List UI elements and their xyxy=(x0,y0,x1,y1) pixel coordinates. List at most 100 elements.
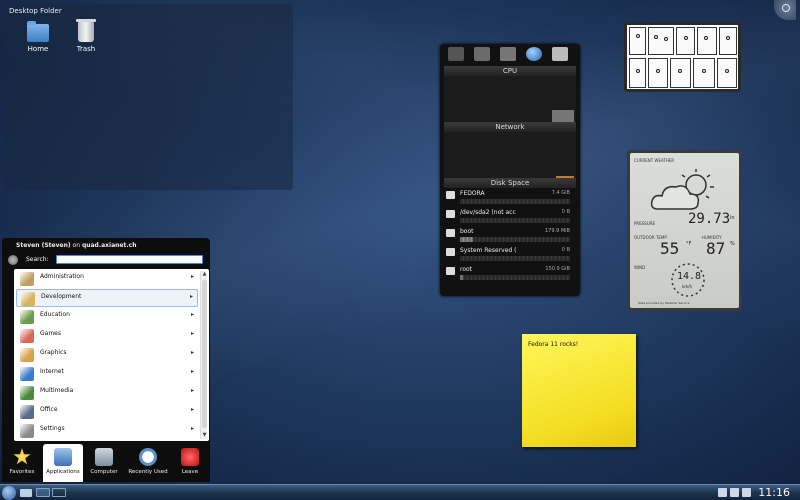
comic-panel xyxy=(676,27,695,55)
pager-desktop-2[interactable] xyxy=(52,488,66,497)
trash-label: Trash xyxy=(76,45,96,53)
disk-usage-bar xyxy=(460,275,570,280)
pressure-unit: in xyxy=(730,215,735,221)
clock[interactable]: 11:16 xyxy=(758,486,790,499)
hammer-icon xyxy=(21,292,35,306)
category-scrollbar[interactable]: ▲ ▼ xyxy=(200,271,207,439)
application-categories-list: Administration ▸ Development ▸ Education… xyxy=(14,269,209,441)
current-weather-label: CURRENT WEATHER xyxy=(634,158,675,163)
user-info: Steven (Steven) on quad.axianet.ch xyxy=(16,242,136,249)
category-multimedia[interactable]: Multimedia ▸ xyxy=(16,384,198,402)
disk-row: boot 179.9 MiB xyxy=(446,228,574,244)
disk-row: root 150.9 GiB xyxy=(446,266,574,282)
disk-size: 179.9 MiB xyxy=(544,228,570,234)
notifications-tray-icon[interactable] xyxy=(742,488,751,497)
comic-panel xyxy=(693,58,715,88)
search-input[interactable] xyxy=(56,255,203,264)
trash-desktop-icon[interactable]: Trash xyxy=(64,19,108,53)
chevron-right-icon: ▸ xyxy=(190,349,194,356)
home-desktop-icon[interactable]: Home xyxy=(16,21,60,53)
tab-label: Favorites xyxy=(9,469,35,475)
tab-label: Computer xyxy=(90,469,118,475)
settings-icon xyxy=(20,424,34,438)
weather-footer: Data provided by Weather Service xyxy=(638,301,690,305)
disk-size: 0 B xyxy=(561,209,570,215)
cards-icon xyxy=(20,329,34,343)
category-games[interactable]: Games ▸ xyxy=(16,327,198,345)
weather-display: CURRENT WEATHER PRESSURE 29.73 in OUTDOO… xyxy=(630,153,739,308)
disk-icon[interactable] xyxy=(552,47,568,61)
application-launcher-icon[interactable] xyxy=(2,486,16,500)
disk-section: Disk Space xyxy=(444,178,576,188)
category-settings[interactable]: Settings ▸ xyxy=(16,422,198,440)
memory-icon[interactable] xyxy=(474,47,490,61)
toolbox-icon xyxy=(782,4,790,12)
cpu-section: CPU xyxy=(444,66,576,122)
tab-leave[interactable]: Leave xyxy=(170,444,210,482)
scroll-down-icon[interactable]: ▼ xyxy=(201,432,208,439)
category-office[interactable]: Office ▸ xyxy=(16,403,198,421)
chevron-right-icon: ▸ xyxy=(190,368,194,375)
desktop-folder-title: Desktop Folder xyxy=(9,7,62,15)
category-label: Office xyxy=(40,406,58,413)
disk-size: 7.4 GiB xyxy=(551,190,570,196)
show-desktop-icon[interactable] xyxy=(20,489,32,497)
tab-recently-used[interactable]: Recently Used xyxy=(125,444,171,482)
sticky-note[interactable]: Fedora 11 rocks! xyxy=(522,334,636,447)
cpu-graph-fill xyxy=(552,110,574,122)
clock-icon xyxy=(139,448,157,466)
chevron-right-icon: ▸ xyxy=(189,293,193,300)
category-development[interactable]: Development ▸ xyxy=(16,289,198,307)
tab-label: Recently Used xyxy=(128,469,168,475)
comic-panel xyxy=(719,27,737,55)
tab-label: Leave xyxy=(181,469,199,475)
scrollbar-thumb[interactable] xyxy=(202,280,207,428)
category-graphics[interactable]: Graphics ▸ xyxy=(16,346,198,364)
tab-applications[interactable]: Applications xyxy=(43,444,83,482)
category-internet[interactable]: Internet ▸ xyxy=(16,365,198,383)
pager-desktop-1[interactable] xyxy=(36,488,50,497)
cpu-graph xyxy=(444,76,576,122)
network-tray-icon[interactable] xyxy=(718,488,727,497)
drive-icon xyxy=(446,210,455,218)
network-icon[interactable] xyxy=(500,47,516,61)
desktop-toolbox-button[interactable] xyxy=(774,0,796,20)
host-name: quad.axianet.ch xyxy=(81,242,137,249)
comic-strip-widget[interactable] xyxy=(624,22,741,92)
category-label: Development xyxy=(41,293,82,300)
chevron-right-icon: ▸ xyxy=(190,273,194,280)
outdoor-temp-unit: °F xyxy=(686,241,692,247)
pressure-label: PRESSURE xyxy=(634,221,656,226)
comic-panel xyxy=(629,58,646,88)
wind-value: 14.8 xyxy=(677,271,702,282)
desktop-folder-widget: Desktop Folder Home Trash xyxy=(4,4,293,190)
network-title: Network xyxy=(444,122,576,132)
chevron-right-icon: ▸ xyxy=(190,311,194,318)
humidity-unit: % xyxy=(730,241,735,247)
weather-station-widget[interactable]: CURRENT WEATHER PRESSURE 29.73 in OUTDOO… xyxy=(627,150,742,311)
category-administration[interactable]: Administration ▸ xyxy=(16,270,198,288)
star-icon xyxy=(13,448,31,465)
network-graph xyxy=(444,132,576,178)
chevron-right-icon: ▸ xyxy=(190,406,194,413)
globe-icon[interactable] xyxy=(526,47,542,61)
disk-name: /dev/sda2 (not acc xyxy=(460,209,516,216)
category-education[interactable]: Education ▸ xyxy=(16,308,198,326)
outdoor-temp-value: 55 xyxy=(660,239,680,258)
category-label: Games xyxy=(40,330,61,337)
disk-space-title: Disk Space xyxy=(444,178,576,188)
hardware-icon[interactable] xyxy=(448,47,464,61)
tab-computer[interactable]: Computer xyxy=(84,444,124,482)
wind-unit: km/h xyxy=(682,284,693,289)
tab-favorites[interactable]: Favorites xyxy=(2,444,42,482)
trash-icon xyxy=(76,19,96,42)
note-text[interactable]: Fedora 11 rocks! xyxy=(528,341,578,348)
film-icon xyxy=(20,386,34,400)
clipboard-tray-icon[interactable] xyxy=(730,488,739,497)
power-icon xyxy=(181,448,199,466)
disk-size: 0 B xyxy=(561,247,570,253)
category-label: Graphics xyxy=(40,349,67,356)
disk-name: boot xyxy=(460,228,474,235)
disk-usage-bar xyxy=(460,256,570,261)
scroll-up-icon[interactable]: ▲ xyxy=(201,271,208,278)
